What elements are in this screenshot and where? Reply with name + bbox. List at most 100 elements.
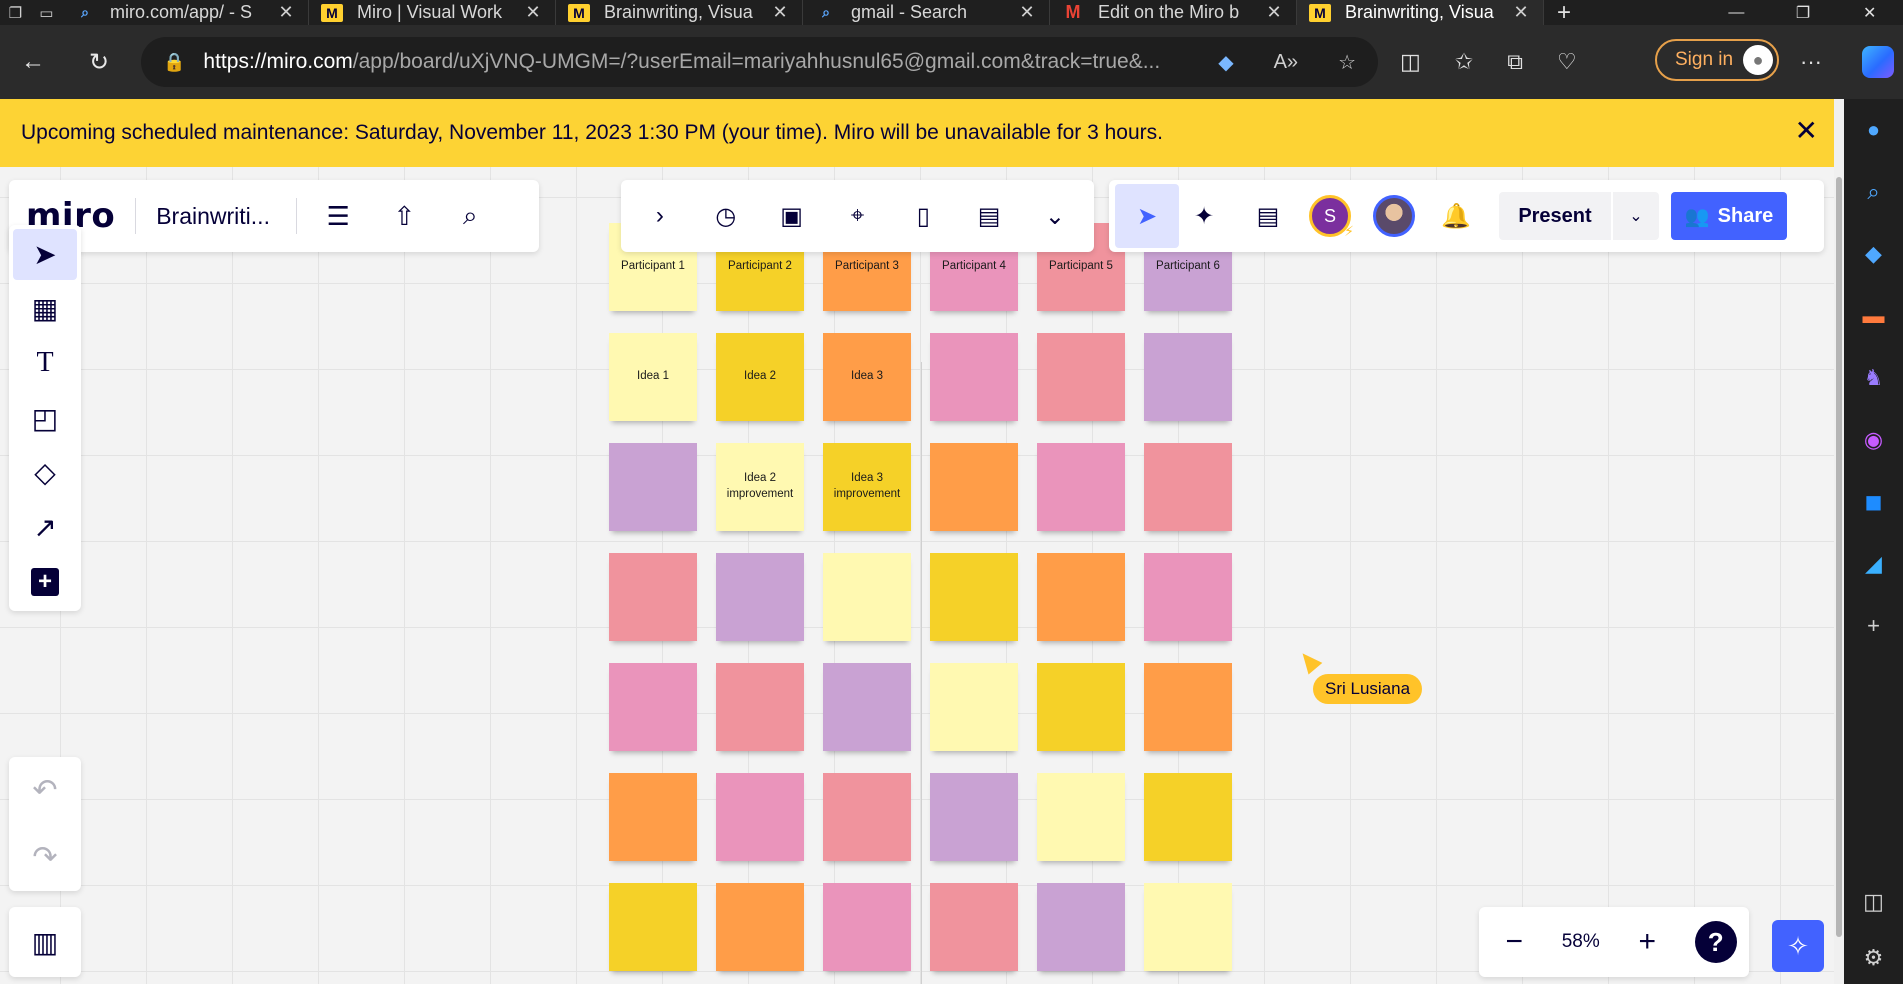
minimize-icon[interactable]: — xyxy=(1703,0,1770,25)
export-icon[interactable]: ⇧ xyxy=(371,180,437,252)
address-bar[interactable]: 🔒 https://miro.com/app/board/uXjVNQ-UMGM… xyxy=(141,37,1378,87)
shopping-tag-icon[interactable]: ◆ xyxy=(1218,50,1233,75)
sticky-note[interactable] xyxy=(823,883,911,971)
scrollbar-thumb[interactable] xyxy=(1836,177,1842,937)
read-aloud-icon[interactable]: A» xyxy=(1274,51,1298,74)
tab-actions-icon[interactable]: ▭ xyxy=(39,4,53,22)
close-tab-icon[interactable]: ✕ xyxy=(1511,2,1531,23)
select-tool-icon[interactable]: ➤ xyxy=(13,229,77,280)
sticky-note[interactable] xyxy=(1037,773,1125,861)
restore-icon[interactable]: ❐ xyxy=(1770,0,1837,25)
notes-icon[interactable]: ▤ xyxy=(966,193,1012,239)
expand-chevron-icon[interactable]: › xyxy=(637,193,683,239)
board-name[interactable]: Brainwriti... xyxy=(156,203,288,230)
back-button[interactable]: ← xyxy=(0,25,66,99)
undo-icon[interactable]: ↶ xyxy=(32,773,57,808)
sticky-note[interactable] xyxy=(609,883,697,971)
comments-icon[interactable]: ▤ xyxy=(1245,193,1291,239)
search-sidebar-icon[interactable]: ⌕ xyxy=(1844,161,1903,223)
zoom-out-button[interactable]: − xyxy=(1491,925,1537,959)
search-icon[interactable]: ⌕ xyxy=(437,180,503,252)
collaborator-avatar[interactable] xyxy=(1373,195,1415,237)
favorite-star-icon[interactable]: ☆ xyxy=(1338,50,1356,75)
sticky-note[interactable]: Idea 1 xyxy=(609,333,697,421)
cursor-follow-icon[interactable]: ➤ xyxy=(1115,184,1179,248)
send-icon[interactable]: ◢ xyxy=(1844,533,1903,595)
sidebar-toggle-icon[interactable]: ◫ xyxy=(1844,871,1903,933)
sticky-note[interactable] xyxy=(930,333,1018,421)
copilot-icon[interactable] xyxy=(1862,46,1894,78)
sign-in-button[interactable]: Sign in ● xyxy=(1655,39,1779,81)
browser-essentials-icon[interactable]: ♡ xyxy=(1557,49,1577,75)
reactions-icon[interactable]: ✦ xyxy=(1181,193,1227,239)
sticky-note[interactable] xyxy=(609,773,697,861)
frames-panel-button[interactable]: ▥ xyxy=(9,907,81,977)
sticky-note[interactable] xyxy=(1144,663,1232,751)
shopping-icon[interactable]: ◆ xyxy=(1844,223,1903,285)
templates-icon[interactable]: ▦ xyxy=(13,284,77,335)
refresh-button[interactable]: ↻ xyxy=(66,25,132,99)
sticky-note[interactable] xyxy=(930,663,1018,751)
split-screen-icon[interactable]: ◫ xyxy=(1400,49,1421,75)
url-text[interactable]: https://miro.com/app/board/uXjVNQ-UMGM=/… xyxy=(203,50,1183,74)
sticky-note[interactable] xyxy=(1144,333,1232,421)
sticky-note[interactable] xyxy=(716,553,804,641)
close-tab-icon[interactable]: ✕ xyxy=(276,2,296,23)
browser-tab[interactable]: M Brainwriting, Visua ✕ xyxy=(556,0,803,25)
outlook-icon[interactable]: ◼ xyxy=(1844,471,1903,533)
browser-tab[interactable]: ⌕ gmail - Search ✕ xyxy=(803,0,1050,25)
more-menu-icon[interactable]: ··· xyxy=(1800,25,1822,99)
notifications-icon[interactable]: ● xyxy=(1844,99,1903,161)
sticky-note[interactable] xyxy=(823,553,911,641)
sticky-note[interactable] xyxy=(1144,773,1232,861)
lock-icon[interactable]: 🔒 xyxy=(163,52,185,73)
workspaces-icon[interactable]: ❐ xyxy=(9,4,22,22)
sticky-note[interactable] xyxy=(1037,553,1125,641)
help-button[interactable]: ? xyxy=(1694,921,1737,963)
more-tools-icon[interactable]: ⌄ xyxy=(1032,193,1078,239)
sticky-note[interactable] xyxy=(1037,333,1125,421)
browser-tab[interactable]: M Edit on the Miro b ✕ xyxy=(1050,0,1297,25)
close-tab-icon[interactable]: ✕ xyxy=(770,2,790,23)
close-tab-icon[interactable]: ✕ xyxy=(1264,2,1284,23)
sticky-note[interactable] xyxy=(1144,883,1232,971)
close-tab-icon[interactable]: ✕ xyxy=(1017,2,1037,23)
present-button[interactable]: Present xyxy=(1499,192,1611,240)
browser-tab[interactable]: ⌕ miro.com/app/ - S ✕ xyxy=(62,0,309,25)
sticky-note[interactable] xyxy=(930,773,1018,861)
sticky-note[interactable] xyxy=(1144,553,1232,641)
redo-icon[interactable]: ↷ xyxy=(32,840,57,875)
sticky-note[interactable] xyxy=(1037,663,1125,751)
close-window-icon[interactable]: ✕ xyxy=(1836,0,1903,25)
share-button[interactable]: 👥 Share xyxy=(1671,192,1787,240)
timer-icon[interactable]: ◷ xyxy=(703,193,749,239)
zoom-level[interactable]: 58% xyxy=(1562,931,1600,953)
games-icon[interactable]: ♞ xyxy=(1844,347,1903,409)
sticky-note[interactable] xyxy=(1037,883,1125,971)
sticky-note[interactable]: Idea 2 xyxy=(716,333,804,421)
ai-assist-button[interactable]: ✧ xyxy=(1772,920,1824,972)
sticky-note[interactable] xyxy=(716,663,804,751)
sticky-note[interactable] xyxy=(609,553,697,641)
more-apps-button[interactable]: + xyxy=(13,556,77,607)
main-menu-icon[interactable]: ☰ xyxy=(305,180,371,252)
tools-icon[interactable]: ▬ xyxy=(1844,285,1903,347)
sticky-note[interactable] xyxy=(1144,443,1232,531)
text-tool-icon[interactable]: T xyxy=(13,338,77,389)
sticky-note[interactable] xyxy=(823,773,911,861)
sticky-note-tool-icon[interactable]: ◰ xyxy=(13,393,77,444)
user-avatar[interactable]: S ⚡ xyxy=(1309,195,1354,239)
settings-icon[interactable]: ⚙ xyxy=(1844,927,1903,984)
vertical-scrollbar[interactable] xyxy=(1834,99,1844,984)
office-icon[interactable]: ◉ xyxy=(1844,409,1903,471)
sticky-note[interactable] xyxy=(930,553,1018,641)
sticky-note[interactable] xyxy=(609,443,697,531)
browser-tab[interactable]: M Miro | Visual Work ✕ xyxy=(309,0,556,25)
new-tab-button[interactable]: + xyxy=(1544,0,1584,26)
sticky-note[interactable]: Idea 3 xyxy=(823,333,911,421)
notifications-bell-icon[interactable]: 🔔 xyxy=(1433,193,1479,239)
zoom-in-button[interactable]: + xyxy=(1624,925,1670,959)
add-sidebar-icon[interactable]: + xyxy=(1844,595,1903,657)
sticky-note[interactable]: Idea 2 improvement xyxy=(716,443,804,531)
present-dropdown-icon[interactable]: ⌄ xyxy=(1613,192,1659,240)
